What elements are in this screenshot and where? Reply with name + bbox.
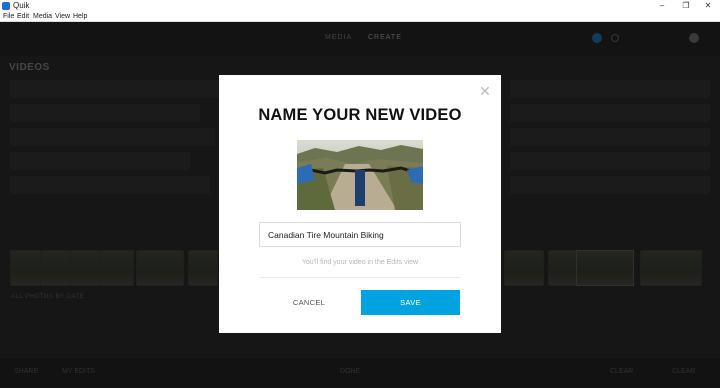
video-name-input[interactable] — [259, 222, 461, 247]
menu-media[interactable]: Media — [33, 12, 52, 22]
menu-bar: File Edit Media View Help — [0, 12, 720, 22]
cancel-button[interactable]: CANCEL — [259, 290, 359, 315]
title-bar: Quik – ❐ ✕ — [0, 0, 720, 12]
menu-help[interactable]: Help — [73, 12, 87, 22]
mountain-bike-thumbnail-image — [297, 140, 423, 210]
window-title: Quik — [13, 1, 30, 10]
close-window-button[interactable]: ✕ — [694, 0, 720, 12]
divider — [259, 277, 461, 278]
menu-file[interactable]: File — [3, 12, 14, 22]
close-icon[interactable]: ✕ — [478, 84, 492, 98]
video-thumbnail — [297, 140, 423, 210]
quik-app-icon — [2, 2, 10, 10]
dialog-title: NAME YOUR NEW VIDEO — [258, 106, 462, 124]
helper-text: You'll find your video in the Edits view — [301, 259, 419, 266]
menu-view[interactable]: View — [55, 12, 70, 22]
name-video-dialog: ✕ NAME YOUR NEW VIDEO You'll find your v… — [219, 75, 501, 333]
save-button[interactable]: SAVE — [361, 290, 460, 315]
menu-edit[interactable]: Edit — [17, 12, 29, 22]
